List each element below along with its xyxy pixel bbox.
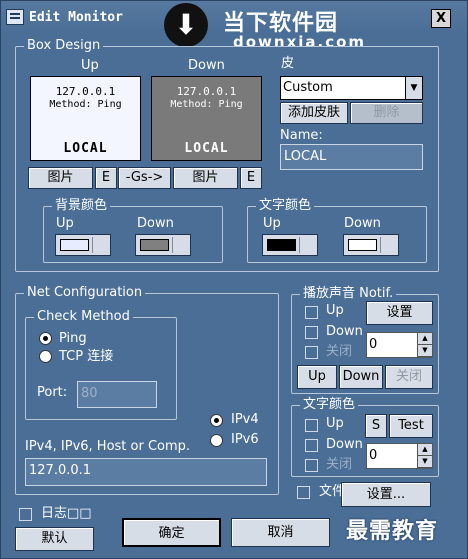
tc-down-checkbox[interactable] <box>305 439 318 452</box>
skin-select[interactable]: Custom ▼ <box>280 76 423 100</box>
default-button[interactable]: 默认 <box>15 527 94 551</box>
name-label: Name: <box>280 128 323 143</box>
sound-notif-legend: 播放声音 Notif. <box>300 286 397 302</box>
bg-down-label: Down <box>137 216 174 231</box>
tc-up-label: Up <box>326 416 344 431</box>
text-down-swatch <box>348 239 377 251</box>
sound-off-button[interactable]: 关闭 <box>385 365 433 389</box>
host-input[interactable]: 127.0.0.1 <box>25 458 267 486</box>
window-title: Edit Monitor <box>29 10 123 25</box>
net-config-legend: Net Configuration <box>24 285 146 301</box>
edit-up-button[interactable]: E <box>95 167 117 189</box>
file-checkbox[interactable] <box>297 486 310 499</box>
picture-up-button[interactable]: 图片 <box>28 167 93 189</box>
ok-button[interactable]: 确定 <box>122 518 221 547</box>
text-up-color-button[interactable] <box>262 234 318 256</box>
preview-down-method: Method: Ping <box>170 99 243 110</box>
preview-up-method: Method: Ping <box>49 99 122 110</box>
sound-up-checkbox[interactable] <box>305 306 318 319</box>
bg-color-legend: 背景颜色 <box>52 198 111 214</box>
log-label: 日志□□ <box>41 506 92 521</box>
add-skin-button[interactable]: 添加皮肤 <box>280 102 348 124</box>
preview-down[interactable]: 127.0.0.1 Method: Ping LOCAL <box>151 76 262 161</box>
app-icon <box>6 9 24 25</box>
log-checkbox[interactable] <box>19 508 32 521</box>
port-label: Port: <box>37 385 68 400</box>
tc-off-label: 关闭 <box>326 457 353 472</box>
spin-down-icon[interactable]: ▼ <box>418 345 432 357</box>
ipv4-label: IPv4 <box>231 412 259 427</box>
text-color-legend: 文字颜色 <box>256 198 315 214</box>
down-label: Down <box>188 58 225 73</box>
spin-up-icon[interactable]: ▲ <box>418 333 432 345</box>
preview-down-ip: 127.0.0.1 <box>176 85 237 98</box>
name-input[interactable]: LOCAL <box>280 144 423 170</box>
preview-up[interactable]: 127.0.0.1 Method: Ping LOCAL <box>30 76 141 161</box>
bg-up-swatch <box>60 239 89 251</box>
cancel-button[interactable]: 取消 <box>231 518 330 547</box>
tc-off-checkbox[interactable] <box>305 459 318 472</box>
preview-up-ip: 127.0.0.1 <box>55 85 116 98</box>
sound-down-checkbox[interactable] <box>305 326 318 339</box>
chevron-down-icon[interactable]: ▼ <box>405 77 422 99</box>
copy-style-button[interactable]: -Gs-> <box>118 167 171 189</box>
spin-down-icon[interactable]: ▼ <box>418 456 432 468</box>
tc-repeat-value: 0 <box>369 448 378 463</box>
ipv6-label: IPv6 <box>231 432 259 447</box>
text-up-label: Up <box>263 216 281 231</box>
ping-label: Ping <box>59 331 87 346</box>
spin-up-icon[interactable]: ▲ <box>418 444 432 456</box>
ping-radio[interactable] <box>39 332 52 345</box>
bg-up-label: Up <box>56 216 74 231</box>
bg-up-color-button[interactable] <box>55 234 111 256</box>
sound-repeat-value: 0 <box>369 337 378 352</box>
tcp-radio[interactable] <box>39 350 52 363</box>
box-design-legend: Box Design <box>24 38 104 54</box>
close-button[interactable]: X <box>431 9 451 28</box>
bg-down-color-button[interactable] <box>135 234 191 256</box>
text-down-label: Down <box>344 216 381 231</box>
up-label: Up <box>81 58 99 73</box>
port-input[interactable]: 80 <box>77 381 157 408</box>
sound-repeat-spinner[interactable]: 0 ▲ ▼ <box>366 332 433 358</box>
ipv4-radio[interactable] <box>210 414 223 427</box>
tc-down-label: Down <box>326 437 363 452</box>
download-arrow-icon: ⬇ <box>164 3 208 47</box>
sound-off-label: 关闭 <box>326 344 353 359</box>
sound-down-label: Down <box>326 324 363 339</box>
sound-off-checkbox[interactable] <box>305 346 318 359</box>
bg-down-swatch <box>140 239 169 251</box>
file-settings-button[interactable]: 设置... <box>341 482 431 507</box>
sound-up-label: Up <box>326 303 344 318</box>
picture-down-button[interactable]: 图片 <box>173 167 238 189</box>
tc-s-button[interactable]: S <box>365 414 387 438</box>
tc-test-button[interactable]: Test <box>389 414 433 438</box>
sound-down-button[interactable]: Down <box>339 365 383 389</box>
sound-up-button[interactable]: Up <box>297 365 337 389</box>
edit-monitor-window: Edit Monitor ⬇ 当下软件园 downxia.com X Box D… <box>0 0 468 559</box>
delete-skin-button[interactable]: 删除 <box>350 102 423 124</box>
text-color-notif-legend: 文字颜色 <box>300 397 359 413</box>
preview-down-host: LOCAL <box>184 141 229 156</box>
watermark-bottom: 最需教育 <box>346 519 439 544</box>
text-down-color-button[interactable] <box>343 234 399 256</box>
edit-down-button[interactable]: E <box>240 167 262 189</box>
skin-label: 皮 <box>281 56 295 71</box>
sound-settings-button[interactable]: 设置 <box>366 301 433 325</box>
tcp-label: TCP 连接 <box>59 349 114 364</box>
ipv6-radio[interactable] <box>210 434 223 447</box>
tc-up-checkbox[interactable] <box>305 419 318 432</box>
tc-repeat-spinner[interactable]: 0 ▲ ▼ <box>366 443 433 469</box>
skin-select-value: Custom <box>283 80 333 95</box>
text-up-swatch <box>267 239 296 251</box>
check-method-legend: Check Method <box>34 309 133 325</box>
preview-up-host: LOCAL <box>63 141 108 156</box>
host-label: IPv4, IPv6, Host or Comp. <box>25 439 191 454</box>
title-bar[interactable]: Edit Monitor ⬇ 当下软件园 downxia.com X <box>1 1 467 51</box>
